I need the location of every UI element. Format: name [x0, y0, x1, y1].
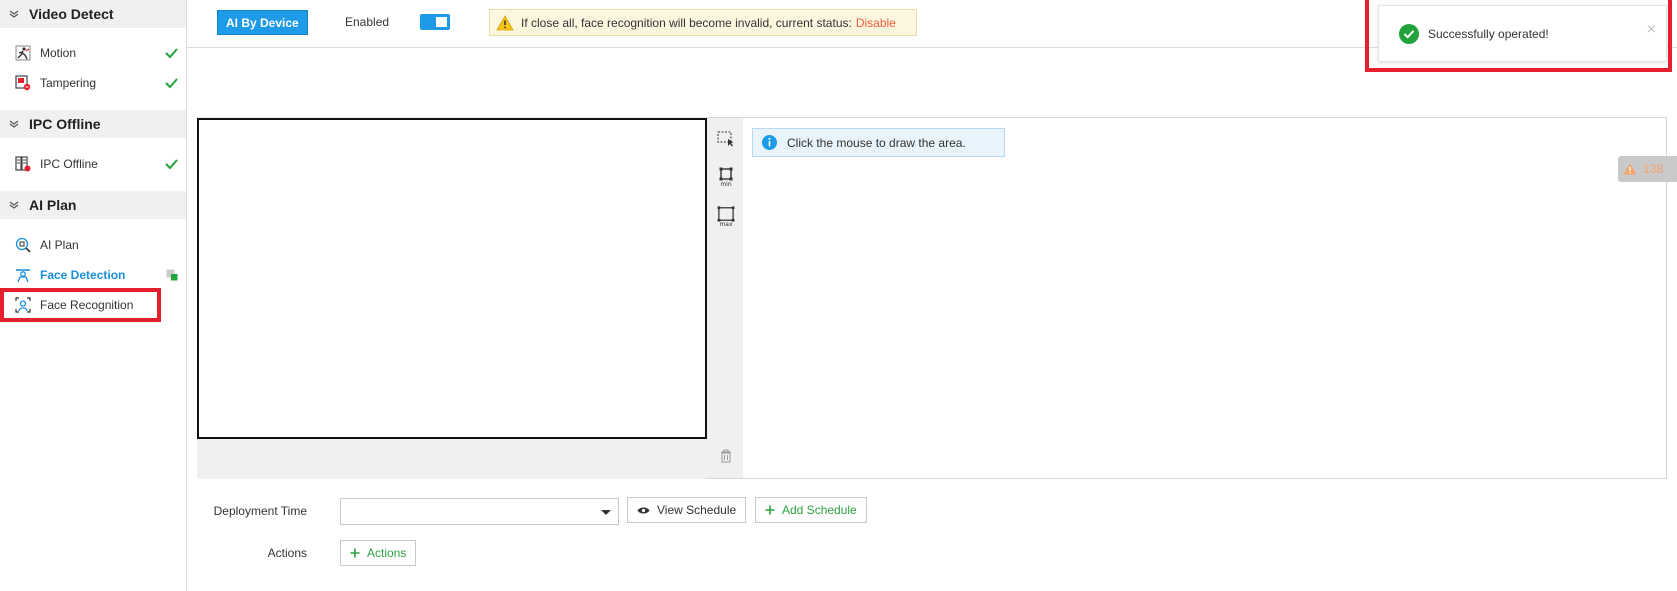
- toggle-knob: [436, 17, 447, 27]
- trash-icon: [721, 449, 731, 463]
- sidebar: Video Detect Motion Tampering IPC Offlin…: [0, 0, 187, 591]
- group-title: IPC Offline: [29, 116, 101, 132]
- actions-button-label: Actions: [367, 546, 407, 560]
- chevron-down-icon: [9, 200, 19, 210]
- add-schedule-button[interactable]: Add Schedule: [755, 497, 867, 523]
- sidebar-item-label: IPC Offline: [40, 157, 98, 171]
- sidebar-item-label: Tampering: [40, 76, 97, 90]
- select-area-icon: [717, 131, 734, 147]
- sidebar-item-face-detection[interactable]: Face Detection: [0, 261, 186, 289]
- group-title: AI Plan: [29, 197, 77, 213]
- check-icon: [164, 76, 178, 90]
- highlight-outline: [0, 288, 161, 322]
- max-size-tag: max: [719, 221, 733, 228]
- deployment-time-select[interactable]: [340, 498, 619, 525]
- eye-icon: [637, 506, 650, 515]
- dropdown-arrow-icon: [601, 510, 611, 515]
- check-icon: [164, 157, 178, 171]
- group-title: Video Detect: [29, 6, 114, 22]
- select-area-tool[interactable]: [716, 129, 736, 151]
- sidebar-item-tampering[interactable]: Tampering: [0, 69, 186, 97]
- plus-icon: [765, 505, 775, 515]
- ai-by-device-button[interactable]: AI By Device: [217, 10, 308, 35]
- min-size-tag: min: [720, 181, 732, 188]
- group-video-detect[interactable]: Video Detect: [0, 0, 186, 28]
- view-schedule-label: View Schedule: [657, 503, 737, 517]
- chevron-down-icon: [9, 119, 19, 129]
- sidebar-item-label: AI Plan: [40, 238, 79, 252]
- warning-status: Disable: [855, 15, 896, 30]
- actions-button[interactable]: Actions: [340, 540, 417, 566]
- chevron-down-icon: [9, 9, 19, 19]
- max-size-icon: [717, 206, 735, 222]
- info-text: Click the mouse to draw the area.: [787, 135, 966, 150]
- deployment-time-label: Deployment Time: [213, 504, 307, 518]
- info-icon: [762, 135, 777, 150]
- motion-icon: [15, 45, 31, 61]
- sidebar-item-motion[interactable]: Motion: [0, 39, 186, 67]
- delete-tool[interactable]: [716, 449, 736, 471]
- enabled-label: Enabled: [345, 15, 390, 29]
- min-size-icon: [719, 167, 733, 181]
- alert-icon: [1623, 163, 1637, 175]
- alarm-side-tab[interactable]: 138: [1618, 156, 1677, 182]
- min-size-tool[interactable]: min: [716, 166, 736, 188]
- group-ipc-offline[interactable]: IPC Offline: [0, 110, 186, 138]
- view-schedule-button[interactable]: View Schedule: [627, 497, 747, 523]
- add-schedule-label: Add Schedule: [782, 503, 857, 517]
- ipc-offline-icon: [15, 156, 31, 172]
- sidebar-item-label: Motion: [40, 46, 77, 60]
- sidebar-item-ipc-offline[interactable]: IPC Offline: [0, 150, 186, 178]
- group-ai-plan[interactable]: AI Plan: [0, 191, 186, 219]
- alarm-count: 138: [1643, 162, 1664, 176]
- info-bar: Click the mouse to draw the area.: [752, 128, 1005, 157]
- warning-bar: If close all, face recognition will beco…: [489, 9, 917, 36]
- sidebar-item-label: Face Detection: [40, 268, 126, 282]
- sidebar-item-ai-plan[interactable]: AI Plan: [0, 231, 186, 259]
- check-icon: [164, 46, 178, 60]
- video-canvas[interactable]: [197, 118, 707, 439]
- max-size-tool[interactable]: max: [716, 206, 736, 228]
- face-detection-icon: [15, 267, 31, 283]
- enabled-toggle[interactable]: [420, 14, 450, 30]
- actions-label: Actions: [267, 546, 307, 560]
- plus-icon: [350, 548, 360, 558]
- tampering-icon: [15, 75, 31, 91]
- warning-text: If close all, face recognition will beco…: [521, 15, 852, 30]
- drawing-toolbar: min max: [707, 118, 743, 478]
- toast-highlight-outline: [1365, 0, 1672, 72]
- ai-plan-icon: [15, 237, 31, 253]
- copy-icon[interactable]: [166, 269, 178, 281]
- warning-icon: [496, 14, 514, 31]
